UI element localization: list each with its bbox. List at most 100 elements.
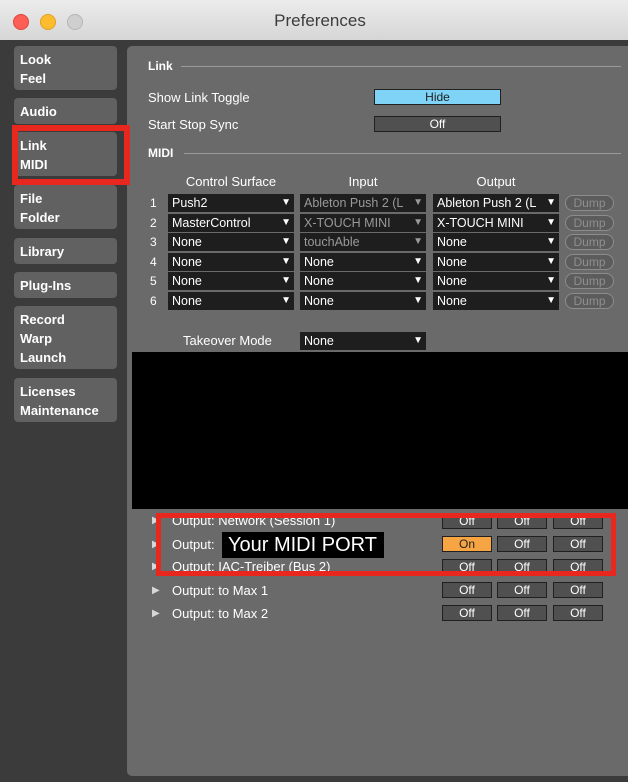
row-number: 2	[150, 216, 157, 230]
tab-label: Link	[20, 138, 47, 153]
window-title: Preferences	[274, 11, 366, 30]
preferences-window: Preferences Look Feel Audio Link MIDI Fi…	[0, 0, 628, 782]
expand-icon[interactable]: ▶	[152, 539, 160, 550]
control-surface-dropdown[interactable]: None ▼	[168, 272, 294, 290]
redacted-region	[132, 352, 628, 509]
input-dropdown[interactable]: None ▼	[300, 253, 426, 271]
sync-toggle[interactable]: Off	[497, 582, 547, 598]
expand-icon[interactable]: ▶	[152, 608, 160, 619]
dump-button[interactable]: Dump	[565, 234, 614, 250]
control-surface-dropdown[interactable]: Push2 ▼	[168, 194, 294, 212]
input-dropdown[interactable]: X-TOUCH MINI ▼	[300, 214, 426, 232]
tab-audio[interactable]: Audio	[14, 98, 117, 124]
row-number: 6	[150, 294, 157, 308]
port-label: Output: to Max 2	[172, 606, 269, 621]
dropdown-value: None	[437, 294, 467, 308]
dump-button[interactable]: Dump	[565, 195, 614, 211]
dropdown-value: touchAble	[304, 235, 360, 249]
sync-toggle[interactable]: Off	[497, 536, 547, 552]
your-midi-port-annotation: Your MIDI PORT	[222, 532, 384, 558]
remote-toggle[interactable]: Off	[553, 559, 603, 575]
dropdown-value: None	[172, 235, 202, 249]
output-dropdown[interactable]: None ▼	[433, 233, 559, 251]
section-divider	[181, 66, 621, 67]
tab-library[interactable]: Library	[14, 238, 117, 264]
dropdown-arrow-icon: ▼	[413, 197, 423, 208]
track-toggle[interactable]: On	[442, 536, 492, 552]
tab-look-feel[interactable]: Look Feel	[14, 46, 117, 90]
output-dropdown[interactable]: None ▼	[433, 292, 559, 310]
tab-licenses-maintenance[interactable]: Licenses Maintenance	[14, 378, 117, 422]
tab-label: Licenses	[20, 384, 76, 399]
output-dropdown[interactable]: None ▼	[433, 272, 559, 290]
dropdown-arrow-icon: ▼	[413, 335, 423, 346]
output-dropdown[interactable]: Ableton Push 2 (L ▼	[433, 194, 559, 212]
sync-toggle[interactable]: Off	[497, 559, 547, 575]
expand-icon[interactable]: ▶	[152, 585, 160, 596]
port-label: Output: IAC-Treiber (Bus 2)	[172, 559, 331, 574]
dropdown-arrow-icon: ▼	[546, 295, 556, 306]
column-header-output: Output	[476, 174, 516, 189]
control-surface-dropdown[interactable]: None ▼	[168, 253, 294, 271]
dump-button[interactable]: Dump	[565, 273, 614, 289]
dropdown-value: None	[172, 274, 202, 288]
dump-button[interactable]: Dump	[565, 254, 614, 270]
control-surface-dropdown[interactable]: MasterControl ▼	[168, 214, 294, 232]
show-link-toggle-label: Show Link Toggle	[148, 90, 250, 105]
dropdown-arrow-icon: ▼	[413, 236, 423, 247]
dropdown-value: None	[304, 294, 334, 308]
start-stop-sync-label: Start Stop Sync	[148, 117, 239, 132]
dropdown-arrow-icon: ▼	[546, 197, 556, 208]
tab-link-midi[interactable]: Link MIDI	[14, 132, 117, 176]
row-number: 3	[150, 235, 157, 249]
control-surface-dropdown[interactable]: None ▼	[168, 233, 294, 251]
column-header-input: Input	[348, 174, 378, 189]
sync-toggle[interactable]: Off	[497, 605, 547, 621]
tab-label: MIDI	[20, 157, 48, 172]
dropdown-arrow-icon: ▼	[413, 275, 423, 286]
track-toggle[interactable]: Off	[442, 582, 492, 598]
dropdown-arrow-icon: ▼	[546, 275, 556, 286]
input-dropdown[interactable]: Ableton Push 2 (L ▼	[300, 194, 426, 212]
takeover-mode-dropdown[interactable]: None ▼	[300, 332, 426, 350]
remote-toggle[interactable]: Off	[553, 605, 603, 621]
output-dropdown[interactable]: X-TOUCH MINI ▼	[433, 214, 559, 232]
track-toggle[interactable]: Off	[442, 605, 492, 621]
tab-label: Look	[20, 52, 52, 67]
link-section-header: Link	[148, 59, 173, 73]
section-divider	[184, 153, 621, 154]
tab-label: Warp	[20, 331, 53, 346]
dropdown-arrow-icon: ▼	[546, 256, 556, 267]
dump-button[interactable]: Dump	[565, 293, 614, 309]
dropdown-value: None	[304, 274, 334, 288]
track-toggle[interactable]: Off	[442, 559, 492, 575]
row-number: 1	[150, 196, 157, 210]
tab-record-warp-launch[interactable]: Record Warp Launch	[14, 306, 117, 369]
dump-button[interactable]: Dump	[565, 215, 614, 231]
expand-icon[interactable]: ▶	[152, 561, 160, 572]
output-dropdown[interactable]: None ▼	[433, 253, 559, 271]
dropdown-value: None	[437, 235, 467, 249]
start-stop-sync-button[interactable]: Off	[374, 116, 501, 132]
input-dropdown[interactable]: None ▼	[300, 292, 426, 310]
dropdown-value: Ableton Push 2 (L	[304, 196, 404, 210]
tab-label: Launch	[20, 350, 67, 365]
control-surface-dropdown[interactable]: None ▼	[168, 292, 294, 310]
title-bar: Preferences	[0, 0, 628, 41]
dropdown-value: Push2	[172, 196, 208, 210]
input-dropdown[interactable]: None ▼	[300, 272, 426, 290]
tab-label: Plug-Ins	[20, 278, 72, 293]
remote-toggle[interactable]: Off	[553, 536, 603, 552]
tab-label: Maintenance	[20, 403, 99, 418]
tab-plug-ins[interactable]: Plug-Ins	[14, 272, 117, 298]
tab-file-folder[interactable]: File Folder	[14, 185, 117, 229]
midi-section-header: MIDI	[148, 146, 174, 160]
dropdown-value: X-TOUCH MINI	[304, 216, 391, 230]
dropdown-arrow-icon: ▼	[413, 295, 423, 306]
dropdown-arrow-icon: ▼	[281, 217, 291, 228]
input-dropdown[interactable]: touchAble ▼	[300, 233, 426, 251]
dropdown-value: None	[437, 274, 467, 288]
show-link-toggle-button[interactable]: Hide	[374, 89, 501, 105]
dropdown-value: MasterControl	[172, 216, 251, 230]
remote-toggle[interactable]: Off	[553, 582, 603, 598]
